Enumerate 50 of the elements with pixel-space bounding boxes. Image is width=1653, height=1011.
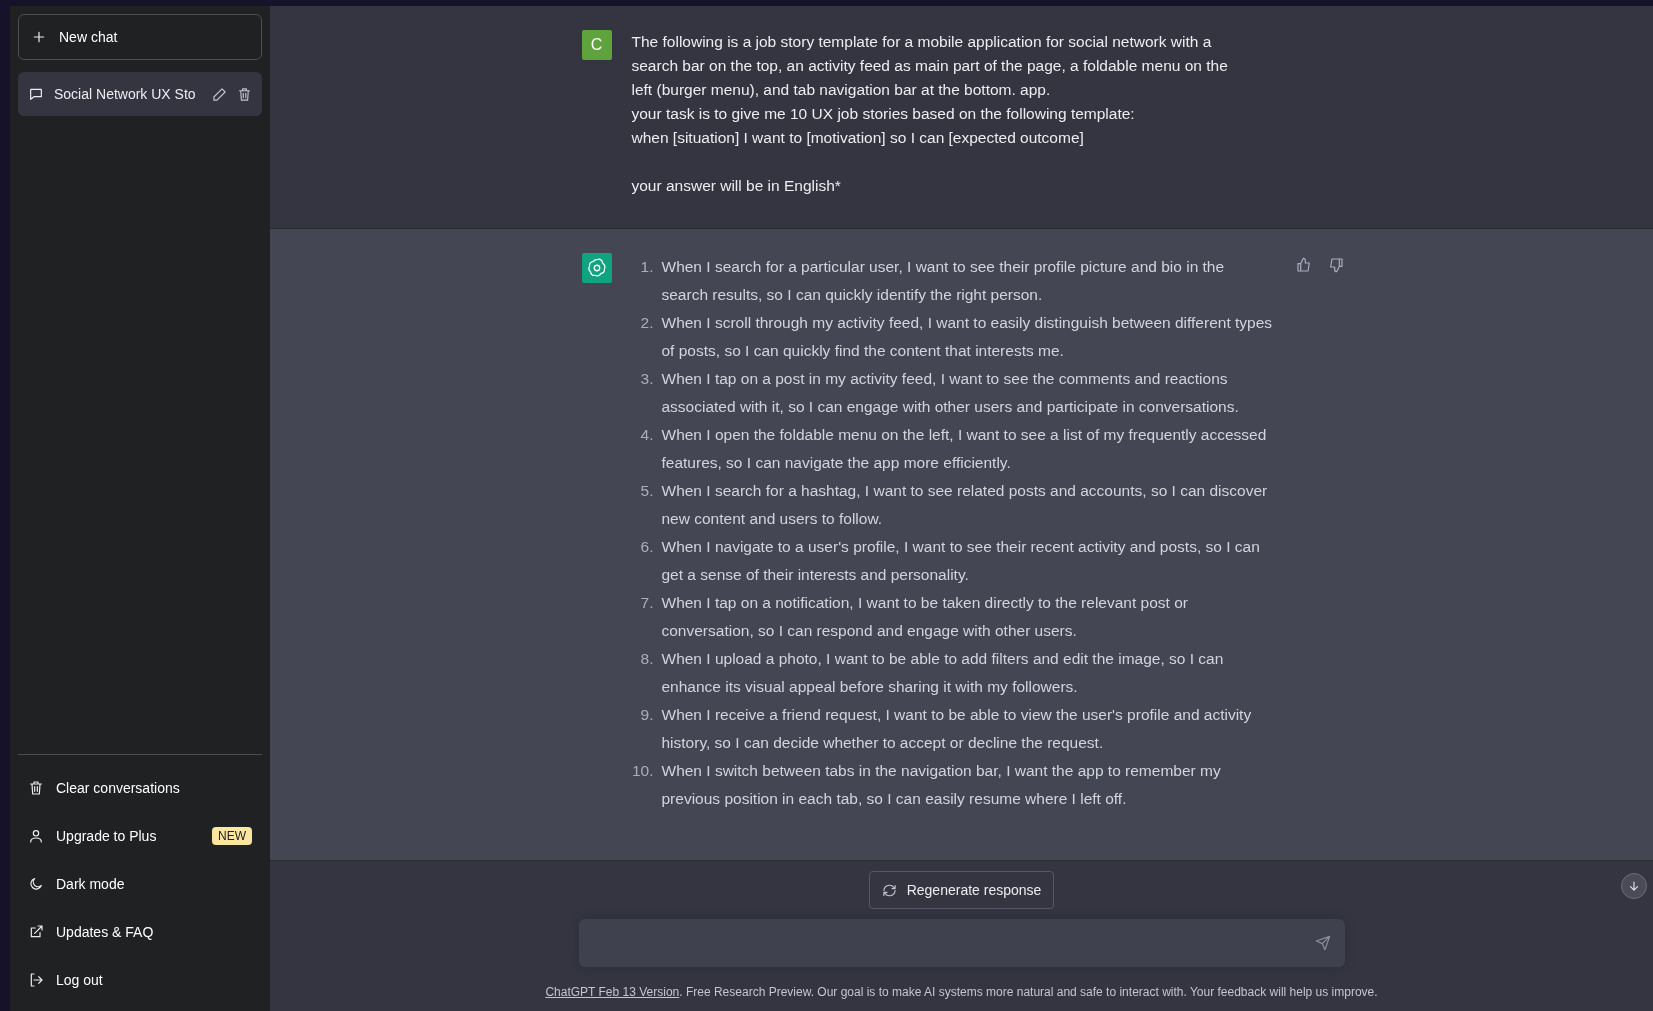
menu-item[interactable]: Log out <box>18 959 262 1001</box>
new-chat-button[interactable]: New chat <box>18 14 262 60</box>
message-text: The following is a job story template for a mobile application for social network with a search bar on the top, an activity feed as main part of the page, a foldable menu on the left (burger menu), and tab navigation bar at the bottom. app. your task is to give me 10 UX job stories based on the following template: when [situation] I want to [motivation] so I can [expected outcome] your answer will be in English* <box>631 32 1229 196</box>
menu-item[interactable]: Updates & FAQ <box>18 911 262 953</box>
menu-item[interactable]: Clear conversations <box>18 767 262 809</box>
list-text: When I switch between tabs in the navigation bar, I want the app to remember my previous position in each tab, so I can easily resume where I left off. <box>661 761 1222 809</box>
list-text: When I scroll through my activity feed, I want to easily distinguish between different types of posts, so I can quickly find the content that interests me. <box>661 313 1274 361</box>
regenerate-button[interactable]: Regenerate response <box>868 871 1055 909</box>
trash-icon <box>28 780 44 796</box>
user-avatar: C <box>581 30 612 60</box>
moon-icon <box>28 876 44 892</box>
user-icon <box>28 828 44 844</box>
conversation-title: Social Network UX Sto <box>54 86 197 102</box>
list-number: 5. <box>639 481 654 501</box>
edit-icon <box>212 86 227 102</box>
message-input-field[interactable] <box>578 919 1345 967</box>
chat-bubble-icon <box>28 86 44 102</box>
list-number: 4. <box>639 425 654 445</box>
footer-text: ChatGPT Feb 13 Version. Free Research Preview. Our goal is to make AI systems more natural and safe to interact with. Your feedback will help us improve. <box>545 985 1378 999</box>
conversation-item[interactable]: Social Network UX Sto <box>18 72 262 116</box>
external-link-icon <box>28 924 44 940</box>
list-text: When I tap on a notification, I want to be taken directly to the relevant post or conversation, so I can respond and engage with other users. <box>661 593 1189 641</box>
list-number: 8. <box>639 649 654 669</box>
thumbs-up-icon <box>1295 257 1312 273</box>
send-icon <box>1314 935 1331 951</box>
list-number: 7. <box>639 593 654 613</box>
send-button[interactable] <box>1314 935 1331 951</box>
list-text: When I open the foldable menu on the left, I want to see a list of my frequently accessed features, so I can navigate the app more efficiently. <box>661 425 1268 473</box>
delete-icon <box>237 86 252 102</box>
refresh-icon <box>881 882 897 898</box>
list-number: 3. <box>639 369 654 389</box>
list-number: 6. <box>639 537 654 557</box>
list-text: When I upload a photo, I want to be able to add filters and edit the image, so I can enhance its visual appeal before sharing it with my followers. <box>661 649 1225 697</box>
menu-item[interactable]: Upgrade to Plus NEW <box>18 815 262 857</box>
list-text: When I search for a particular user, I want to see their profile picture and bio in the search results, so I can quickly identify the right person. <box>661 257 1226 305</box>
menu-item[interactable]: Dark mode <box>18 863 262 905</box>
logout-icon <box>28 972 44 988</box>
list-text: When I search for a hashtag, I want to see related posts and accounts, so I can discover new content and users to follow. <box>661 481 1269 529</box>
list-number: 1. <box>639 257 654 277</box>
list-number: 10. <box>631 761 654 781</box>
list-text: When I receive a friend request, I want to be able to view the user's profile and activity history, so I can decide whether to accept or decline the request. <box>661 705 1253 753</box>
list-text: When I navigate to a user's profile, I want to see their recent activity and posts, so I can get a sense of their interests and personality. <box>661 537 1261 585</box>
arrow-down-icon <box>1627 879 1641 893</box>
list-text: When I tap on a post in my activity feed, I want to see the comments and reactions associated with it, so I can engage with other users and participate in conversations. <box>661 369 1240 417</box>
scroll-down-button[interactable] <box>1621 873 1647 899</box>
list-number: 2. <box>639 313 654 333</box>
list-number: 9. <box>639 705 654 725</box>
thumbs-down-icon <box>1327 257 1344 273</box>
plus-icon <box>31 29 47 45</box>
new-badge: NEW <box>212 827 252 845</box>
